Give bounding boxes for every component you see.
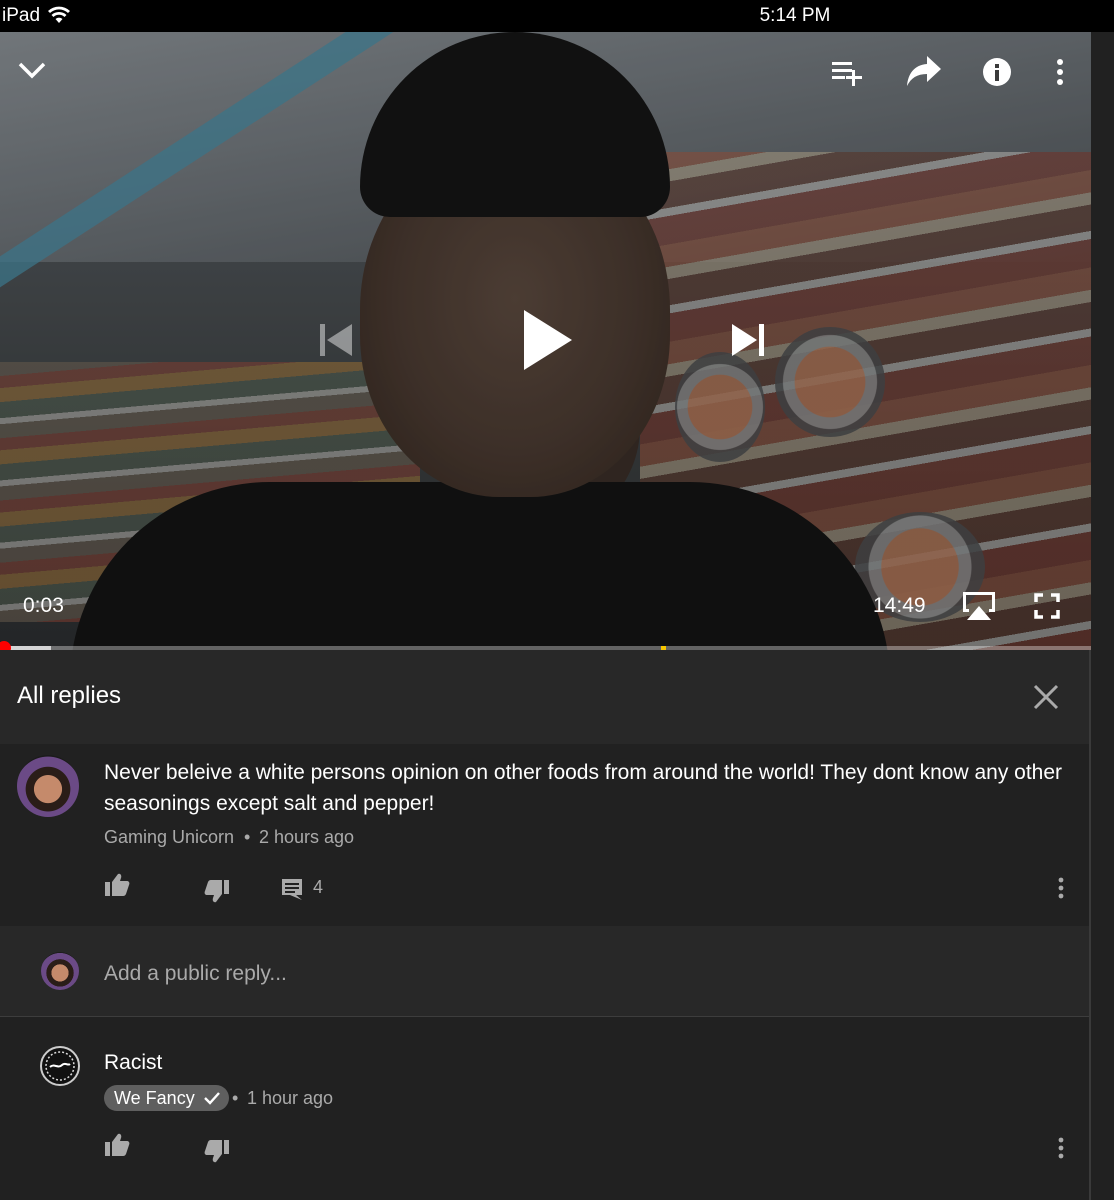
reply-button[interactable]	[280, 877, 304, 906]
reply-count: 4	[313, 877, 324, 897]
replies-header	[0, 650, 1091, 744]
comment-menu-button[interactable]	[1052, 876, 1070, 905]
dislike-button[interactable]	[204, 1138, 230, 1169]
panel-title: All replies	[17, 682, 122, 709]
info-icon	[983, 58, 1011, 86]
like-button[interactable]	[104, 1132, 130, 1163]
comment-text: Never beleive a white persons opinion on…	[104, 761, 1063, 815]
current-time: 0:03	[23, 594, 64, 617]
play-icon	[524, 310, 572, 370]
like-button[interactable]	[104, 872, 130, 903]
more-options-button[interactable]	[1050, 56, 1070, 88]
scrubber-handle[interactable]	[0, 641, 11, 650]
next-icon	[732, 324, 764, 356]
thumbs-up-icon	[105, 873, 130, 896]
more-vert-icon	[1058, 1137, 1064, 1159]
thumbs-up-icon	[105, 1133, 130, 1156]
avatar[interactable]	[40, 1046, 80, 1086]
clock: 5:14 PM	[759, 5, 831, 26]
airplay-button[interactable]	[961, 590, 997, 622]
reply-author: We Fancy	[114, 1088, 195, 1108]
close-replies-button[interactable]	[1030, 681, 1062, 713]
channel-logo-icon	[45, 1051, 75, 1081]
next-button[interactable]	[728, 320, 768, 360]
close-icon	[1033, 684, 1059, 710]
chevron-down-icon	[18, 62, 46, 79]
play-button[interactable]	[520, 308, 574, 372]
meta-separator: •	[232, 1088, 239, 1108]
add-to-playlist-button[interactable]	[830, 56, 864, 88]
reply-time: 1 hour ago	[247, 1088, 334, 1108]
comment-icon	[282, 879, 302, 900]
panel-divider	[1089, 650, 1091, 1200]
comment-time: 2 hours ago	[259, 827, 355, 847]
reply-text: Racist	[104, 1051, 163, 1074]
verified-check-icon	[203, 1092, 220, 1105]
comment-menu-button[interactable]	[1052, 1136, 1070, 1165]
dislike-button[interactable]	[204, 878, 230, 909]
more-vert-icon	[1057, 59, 1063, 85]
airplay-icon	[963, 592, 995, 620]
previous-button	[316, 320, 356, 360]
video-player[interactable]: 0:03 14:49	[0, 32, 1091, 650]
channel-badge[interactable]: We Fancy	[104, 1085, 229, 1111]
fullscreen-icon	[1034, 593, 1060, 619]
previous-icon	[320, 324, 352, 356]
minimize-button[interactable]	[16, 54, 48, 86]
thumbs-down-icon	[204, 1140, 229, 1163]
thumbs-down-icon	[204, 880, 229, 903]
info-button[interactable]	[981, 56, 1013, 88]
comment-author[interactable]: Gaming Unicorn	[104, 827, 234, 848]
reply-input[interactable]	[104, 958, 1004, 990]
avatar	[41, 952, 79, 990]
more-vert-icon	[1058, 877, 1064, 899]
avatar[interactable]	[17, 755, 79, 817]
fullscreen-button[interactable]	[1034, 593, 1060, 619]
duration: 14:49	[873, 594, 926, 617]
meta-separator: •	[244, 827, 251, 847]
status-bar: iPad 5:14 PM	[0, 0, 1114, 32]
share-icon	[907, 56, 941, 86]
share-button[interactable]	[905, 54, 943, 88]
add-to-playlist-icon	[832, 62, 862, 86]
